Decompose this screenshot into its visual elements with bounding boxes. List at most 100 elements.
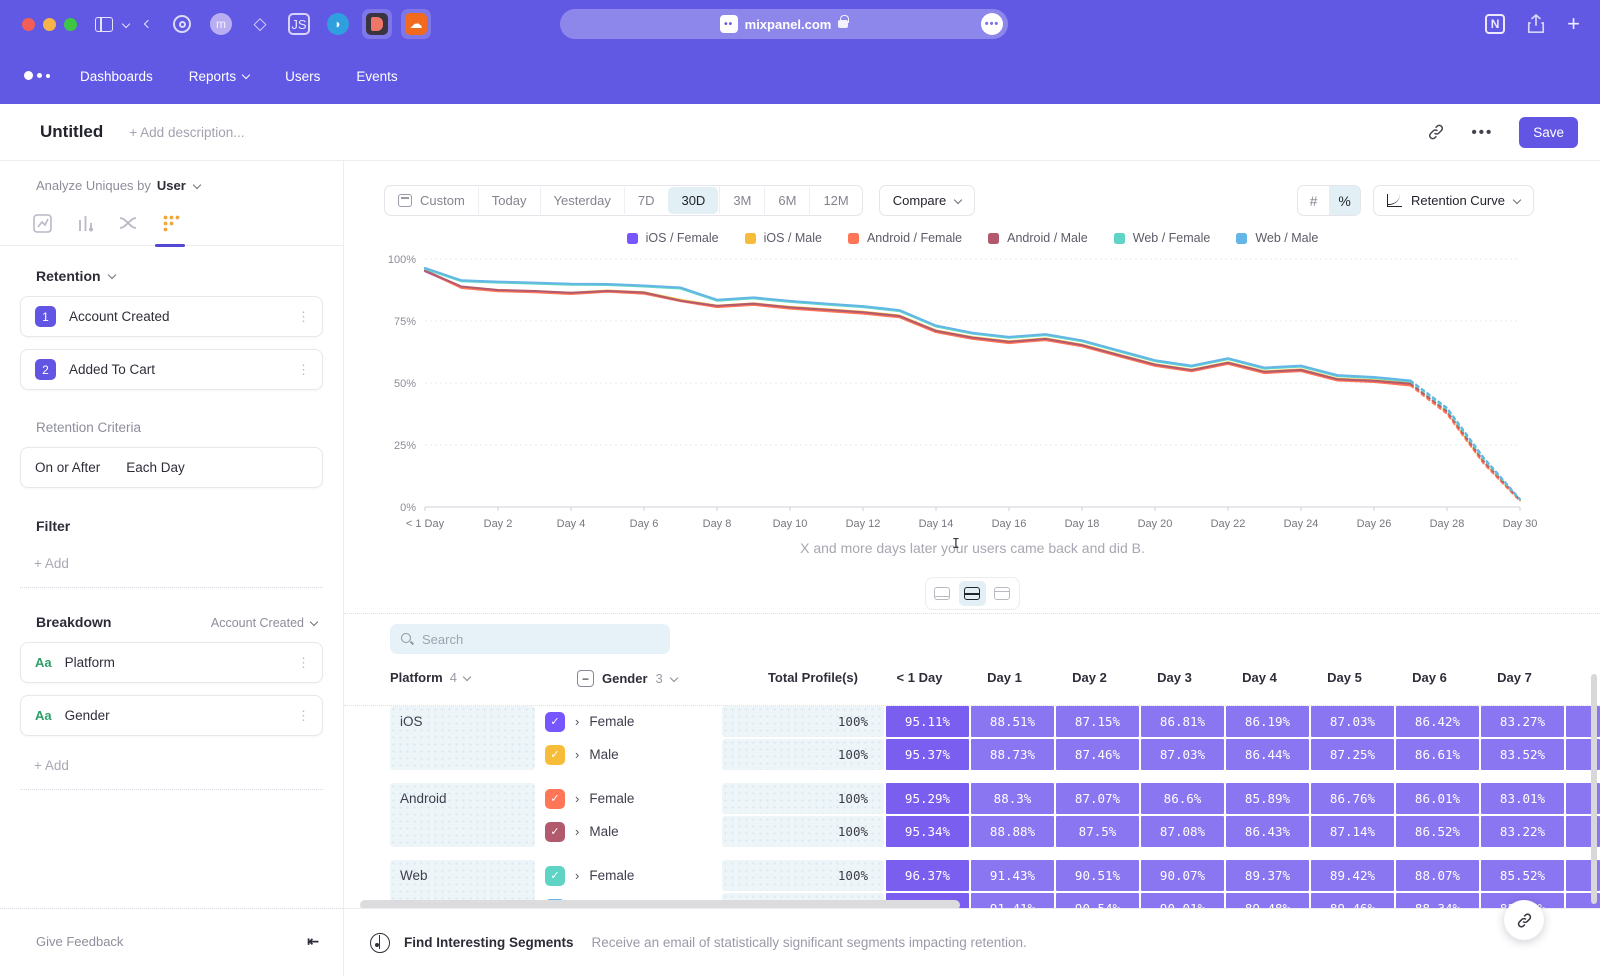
range-today[interactable]: Today [478, 187, 540, 214]
nav-item-events[interactable]: Events [356, 69, 397, 84]
tab-target[interactable] [167, 9, 197, 39]
retention-section-heading[interactable]: Retention [0, 246, 343, 284]
retention-value-cell[interactable]: 85.52% [1481, 860, 1564, 891]
expand-row-icon[interactable]: › [575, 868, 579, 883]
gender-cell[interactable]: ✓›Female [535, 706, 722, 737]
retention-value-cell[interactable]: 95.37% [886, 739, 969, 770]
expand-row-icon[interactable]: › [575, 747, 579, 762]
retention-value-cell[interactable]: 86.01% [1396, 783, 1479, 814]
compare-button[interactable]: Compare [879, 185, 975, 216]
retention-value-cell[interactable]: 86.19% [1226, 706, 1309, 737]
share-link-floating-button[interactable] [1504, 900, 1544, 940]
report-title[interactable]: Untitled [40, 122, 103, 142]
table-only-layout-button[interactable] [989, 581, 1016, 606]
total-profiles-header[interactable]: Total Profile(s) [713, 670, 858, 685]
series-checkbox[interactable]: ✓ [545, 866, 565, 886]
tab-js[interactable]: JS [284, 9, 314, 39]
criteria-interval-selector[interactable]: Each Day [126, 460, 185, 475]
retention-value-cell[interactable]: 87.03% [1141, 739, 1224, 770]
zoom-window-button[interactable] [64, 18, 77, 31]
retention-value-cell[interactable]: 96.37% [886, 860, 969, 891]
url-options-button[interactable]: ••• [981, 13, 1003, 35]
tab-soundcloud[interactable]: ☁ [401, 9, 431, 39]
tab-insights[interactable] [32, 213, 52, 233]
segments-title[interactable]: Find Interesting Segments [404, 935, 574, 950]
breakdown-options-icon[interactable]: ⋮ [297, 655, 310, 671]
legend-item[interactable]: Web / Male [1236, 231, 1318, 245]
retention-value-cell[interactable]: 87.07% [1056, 783, 1139, 814]
tab-cube[interactable]: ◇ [245, 9, 275, 39]
retention-value-cell[interactable]: 83.01% [1481, 783, 1564, 814]
day-column-header[interactable]: Day 7 [1472, 670, 1557, 685]
split-layout-button[interactable] [959, 581, 986, 606]
retention-value-cell[interactable]: 83.27% [1481, 706, 1564, 737]
breakdown-card[interactable]: Aa Platform ⋮ [20, 642, 323, 683]
more-options-icon[interactable]: ••• [1471, 124, 1493, 141]
retention-value-cell[interactable]: 88.34% [1396, 893, 1479, 909]
retention-value-cell[interactable]: 90.01% [1141, 893, 1224, 909]
retention-value-cell[interactable]: 86.81% [1141, 706, 1224, 737]
retention-value-cell[interactable]: 87.03% [1311, 706, 1394, 737]
expand-row-icon[interactable]: › [575, 824, 579, 839]
retention-value-cell[interactable]: 87.08% [1141, 816, 1224, 847]
add-breakdown-button[interactable]: + Add [20, 746, 323, 790]
share-icon[interactable] [1527, 14, 1545, 34]
retention-value-cell[interactable]: 88.51% [971, 706, 1054, 737]
collapse-sidebar-icon[interactable]: ⇤ [307, 933, 319, 950]
retention-value-cell[interactable]: 83.52% [1481, 739, 1564, 770]
retention-value-cell[interactable]: 95.29% [886, 783, 969, 814]
retention-value-cell[interactable]: 90.54% [1056, 893, 1139, 909]
day-column-header[interactable]: Day 3 [1132, 670, 1217, 685]
platform-cell[interactable]: Android [390, 783, 535, 847]
retention-value-cell[interactable]: 86.61% [1396, 739, 1479, 770]
event-step-card[interactable]: 1 Account Created ⋮ [20, 296, 323, 337]
expand-row-icon[interactable]: › [575, 714, 579, 729]
gender-cell[interactable]: ✓›Male [535, 739, 722, 770]
range-30d[interactable]: 30D [668, 187, 718, 214]
breakdown-event-selector[interactable]: Account Created [211, 616, 317, 630]
retention-value-cell[interactable]: 89.46% [1311, 893, 1394, 909]
table-search-input[interactable] [422, 632, 642, 647]
retention-value-cell[interactable]: 87.46% [1056, 739, 1139, 770]
retention-value-cell[interactable]: 88.07% [1396, 860, 1479, 891]
breakdown-card[interactable]: Aa Gender ⋮ [20, 695, 323, 736]
retention-value-cell[interactable]: 89.37% [1226, 860, 1309, 891]
day-column-header[interactable]: Day 2 [1047, 670, 1132, 685]
minimize-window-button[interactable] [43, 18, 56, 31]
add-filter-button[interactable]: + Add [20, 544, 323, 588]
retention-value-cell[interactable]: 87.25% [1311, 739, 1394, 770]
step-options-icon[interactable]: ⋮ [297, 362, 310, 378]
tab-retention-active[interactable] [161, 213, 181, 233]
expand-row-icon[interactable]: › [575, 791, 579, 806]
nav-item-dashboards[interactable]: Dashboards [80, 69, 153, 84]
analyze-entity-selector[interactable]: User [157, 178, 186, 193]
range-12m[interactable]: 12M [809, 187, 861, 214]
legend-item[interactable]: iOS / Female [627, 231, 719, 245]
absolute-numbers-toggle[interactable]: # [1298, 186, 1329, 215]
tab-flows[interactable] [118, 213, 138, 233]
tab-blue-app[interactable]: ◗ [323, 9, 353, 39]
tab-funnels[interactable] [75, 213, 95, 233]
chart-only-layout-button[interactable] [929, 581, 956, 606]
notion-extension-icon[interactable]: N [1485, 14, 1505, 34]
gender-cell[interactable]: ✓›Female [535, 783, 722, 814]
retention-value-cell[interactable]: 85.89% [1226, 783, 1309, 814]
tab-m-app[interactable]: m [206, 9, 236, 39]
breakdown-options-icon[interactable]: ⋮ [297, 708, 310, 724]
series-checkbox[interactable]: ✓ [545, 745, 565, 765]
day-column-header[interactable]: Day 1 [962, 670, 1047, 685]
retention-value-cell[interactable]: 91.41% [971, 893, 1054, 909]
criteria-type-selector[interactable]: On or After [35, 460, 100, 475]
retention-value-cell[interactable]: 88.73% [971, 739, 1054, 770]
percent-toggle[interactable]: % [1329, 186, 1360, 215]
range-yesterday[interactable]: Yesterday [540, 187, 624, 214]
retention-value-cell[interactable]: 86.76% [1311, 783, 1394, 814]
legend-item[interactable]: Android / Male [988, 231, 1088, 245]
day-column-header[interactable]: Day 6 [1387, 670, 1472, 685]
mixpanel-logo[interactable] [24, 67, 50, 85]
tab-active-site[interactable] [362, 9, 392, 39]
event-step-card[interactable]: 2 Added To Cart ⋮ [20, 349, 323, 390]
add-description-field[interactable]: + Add description... [129, 125, 244, 140]
series-checkbox[interactable]: ✓ [545, 822, 565, 842]
chart-type-selector[interactable]: Retention Curve [1373, 185, 1534, 216]
